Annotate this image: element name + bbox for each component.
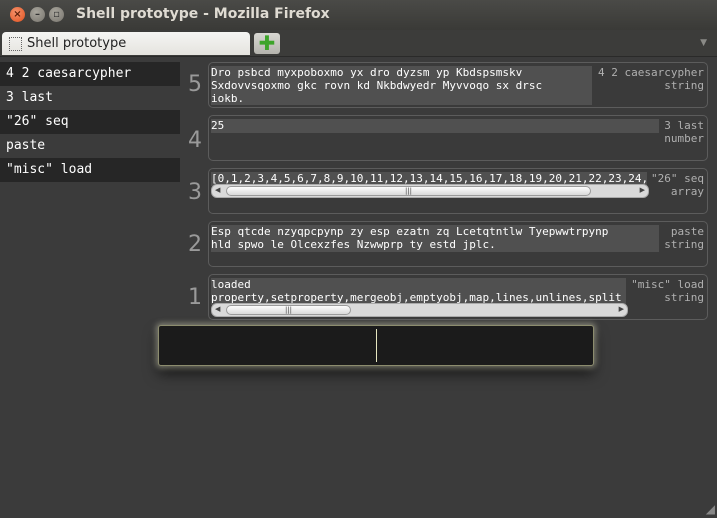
result-command: paste <box>670 225 704 238</box>
history-item[interactable]: 4 2 caesarcypher <box>0 62 180 86</box>
tab-shell-prototype[interactable]: Shell prototype <box>2 32 250 55</box>
scrollbar-thumb[interactable]: ||| <box>226 186 591 196</box>
plus-icon: ✚ <box>258 31 276 55</box>
text-caret <box>376 329 377 362</box>
tab-list-dropdown-icon[interactable]: ▼ <box>700 38 707 48</box>
result-meta: "26" seq array <box>651 172 704 198</box>
command-input[interactable] <box>158 325 594 366</box>
result-content: loaded property,setproperty,mergeobj,emp… <box>211 278 626 305</box>
horizontal-scrollbar[interactable]: ◀ ||| ▶ <box>211 184 649 198</box>
result-card-1[interactable]: loaded property,setproperty,mergeobj,emp… <box>208 274 708 320</box>
result-command: 3 last <box>664 119 704 132</box>
result-number: 4 <box>188 128 202 153</box>
history-item[interactable]: paste <box>0 134 180 158</box>
result-number: 3 <box>188 180 202 205</box>
scrollbar-thumb[interactable]: ||| <box>226 305 351 315</box>
result-meta: "misc" load string <box>631 278 704 304</box>
resize-grip-icon[interactable]: ◢ <box>706 502 715 516</box>
result-type: string <box>664 238 704 251</box>
minimize-icon: – <box>35 9 40 20</box>
result-type: array <box>670 185 704 198</box>
result-type: number <box>664 132 704 145</box>
result-type: string <box>664 79 704 92</box>
minimize-window-button[interactable]: – <box>30 7 45 22</box>
maximize-window-button[interactable]: ▫ <box>49 7 64 22</box>
scroll-left-icon[interactable]: ◀ <box>215 186 220 194</box>
result-card-3[interactable]: [0,1,2,3,4,5,6,7,8,9,10,11,12,13,14,15,1… <box>208 168 708 214</box>
tab-label: Shell prototype <box>27 36 127 51</box>
history-item[interactable]: "misc" load <box>0 158 180 182</box>
result-type: string <box>664 291 704 304</box>
result-content: 25 <box>211 119 659 133</box>
new-tab-button[interactable]: ✚ <box>254 33 280 54</box>
scroll-left-icon[interactable]: ◀ <box>215 305 220 313</box>
scroll-right-icon[interactable]: ▶ <box>640 186 645 194</box>
result-command: "26" seq <box>651 172 704 185</box>
close-icon: × <box>13 9 22 20</box>
result-card-5[interactable]: Dro psbcd myxpoboxmo yx dro dyzsm yp Kbd… <box>208 62 708 108</box>
result-meta: 3 last number <box>664 119 704 145</box>
tab-strip: Shell prototype ✚ ▼ <box>0 30 717 57</box>
window-title: Shell prototype - Mozilla Firefox <box>76 6 330 22</box>
result-card-2[interactable]: Esp qtcde nzyqpcpynp zy esp ezatn zq Lce… <box>208 221 708 267</box>
scroll-right-icon[interactable]: ▶ <box>619 305 624 313</box>
result-meta: paste string <box>664 225 704 251</box>
result-meta: 4 2 caesarcypher string <box>598 66 704 92</box>
maximize-icon: ▫ <box>53 9 60 20</box>
result-card-4[interactable]: 25 3 last number <box>208 115 708 161</box>
result-number: 2 <box>188 232 202 257</box>
command-history: 4 2 caesarcypher 3 last "26" seq paste "… <box>0 62 180 182</box>
result-command: 4 2 caesarcypher <box>598 66 704 79</box>
history-item[interactable]: 3 last <box>0 86 180 110</box>
close-window-button[interactable]: × <box>10 7 25 22</box>
page-icon <box>9 37 22 51</box>
result-number: 1 <box>188 285 202 310</box>
result-number: 5 <box>188 72 202 97</box>
title-bar: × – ▫ Shell prototype - Mozilla Firefox <box>0 0 717 30</box>
result-content: Dro psbcd myxpoboxmo yx dro dyzsm yp Kbd… <box>211 66 592 105</box>
result-command: "misc" load <box>631 278 704 291</box>
horizontal-scrollbar[interactable]: ◀ ||| ▶ <box>211 303 628 317</box>
history-item[interactable]: "26" seq <box>0 110 180 134</box>
result-content: Esp qtcde nzyqpcpynp zy esp ezatn zq Lce… <box>211 225 659 252</box>
